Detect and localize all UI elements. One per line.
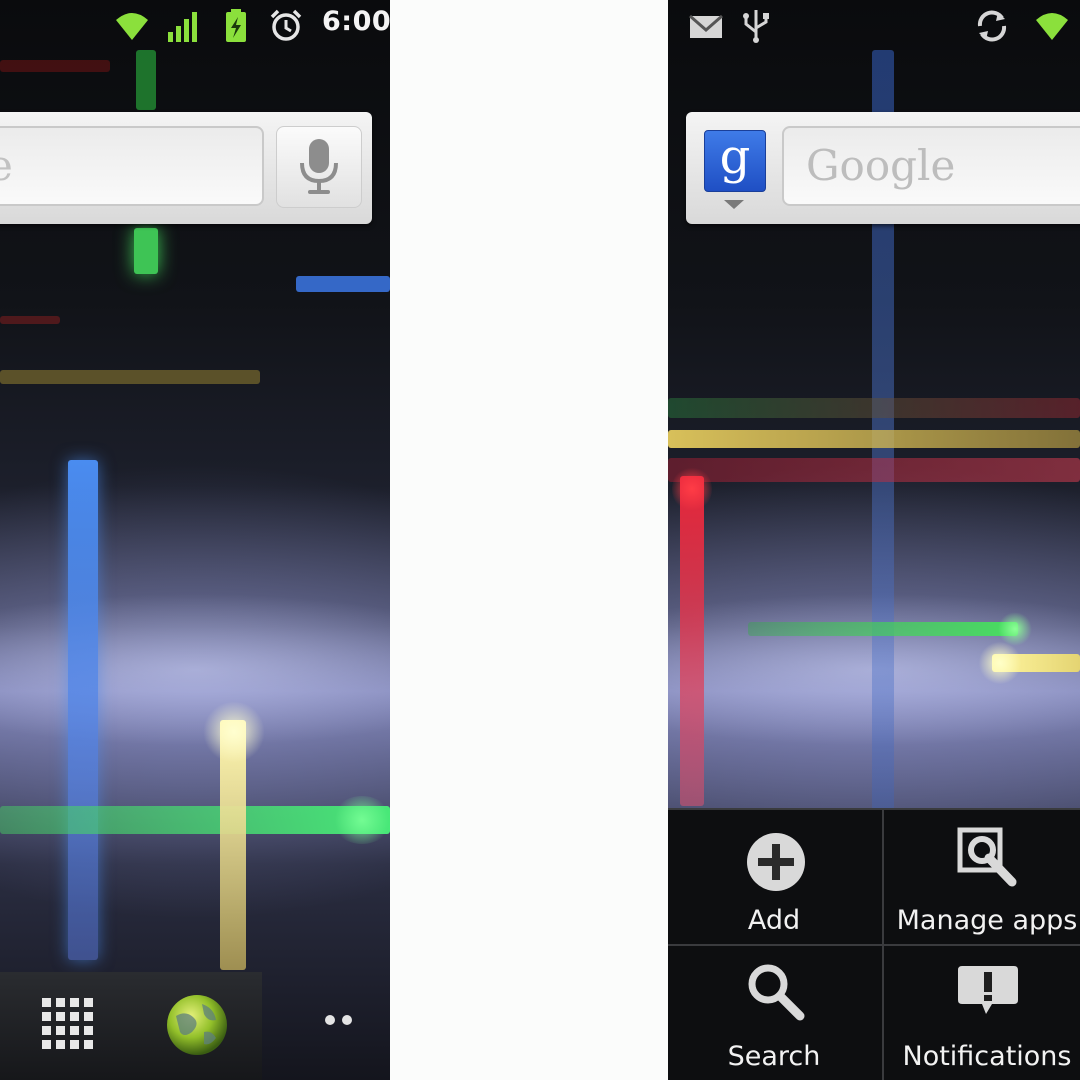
menu-item-add[interactable]: Add (668, 810, 880, 944)
menu-label: Notifications (902, 1041, 1072, 1072)
left-home-screen: 6:00 e (0, 0, 390, 1080)
clock-time: 6:00 (322, 6, 390, 37)
wifi-icon (116, 13, 148, 40)
manage-apps-icon (957, 827, 1017, 887)
menu-item-manage-apps[interactable]: Manage apps (884, 810, 1080, 944)
alarm-icon (270, 9, 302, 41)
options-menu: Add Manage apps Search Notifications (668, 808, 1080, 1080)
app-drawer-icon[interactable] (40, 996, 96, 1052)
menu-label: Manage apps (896, 905, 1078, 936)
battery-icon (226, 9, 246, 42)
microphone-icon (300, 139, 338, 194)
search-input[interactable]: Google (782, 126, 1080, 206)
google-g-letter: g (719, 129, 751, 185)
wifi-icon (1036, 13, 1068, 40)
google-search-widget[interactable]: e (0, 112, 372, 224)
google-search-widget[interactable]: g Google (686, 112, 1080, 224)
right-home-screen: g Google Add Manage apps Search Notifica… (668, 0, 1080, 1080)
google-logo-button[interactable]: g (704, 130, 766, 192)
menu-item-search[interactable]: Search (668, 946, 880, 1080)
add-icon (747, 833, 805, 891)
menu-label: Search (727, 1041, 821, 1072)
menu-label: Add (747, 905, 801, 936)
search-icon (748, 964, 805, 1021)
divider-gap (390, 0, 668, 1080)
menu-item-notifications[interactable]: Notifications (884, 946, 1080, 1080)
gmail-icon (689, 14, 723, 38)
dock-bar (0, 972, 262, 1080)
status-bar: 6:00 (0, 0, 390, 50)
voice-search-button[interactable] (276, 126, 362, 208)
signal-icon (168, 12, 197, 42)
browser-globe-icon[interactable] (164, 992, 230, 1058)
search-input[interactable]: e (0, 126, 264, 206)
usb-icon (743, 10, 769, 43)
notifications-icon (958, 966, 1018, 1014)
dropdown-arrow-icon (724, 200, 744, 209)
page-dots-icon (325, 1015, 352, 1025)
status-bar (668, 0, 1080, 50)
sync-icon (977, 10, 1007, 42)
